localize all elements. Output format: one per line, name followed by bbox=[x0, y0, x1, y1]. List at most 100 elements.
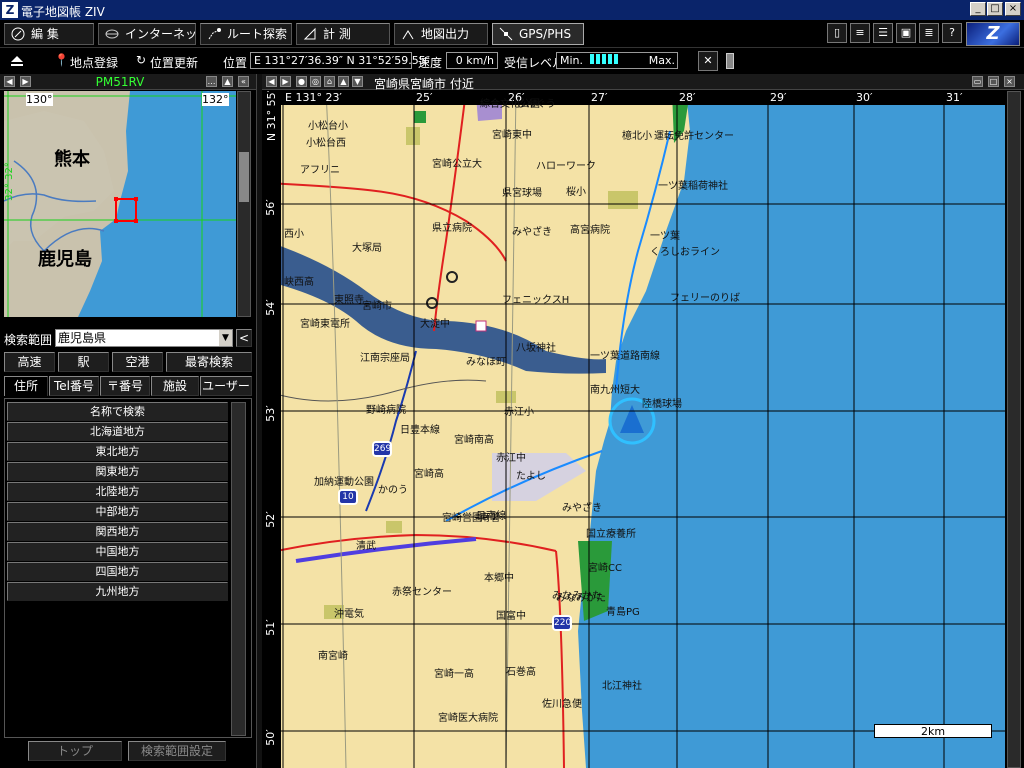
prev-icon[interactable]: ◀ bbox=[266, 76, 277, 87]
tab-tel[interactable]: Tel番号 bbox=[49, 376, 99, 396]
gps-satellite-icon[interactable]: ✕ bbox=[698, 51, 718, 71]
dock-left-icon[interactable]: « bbox=[238, 76, 249, 87]
map-place-label: 運転免許センター bbox=[654, 131, 734, 142]
map-place-label: 一ツ葉稲荷神社 bbox=[658, 181, 728, 192]
search-range-back-button[interactable]: < bbox=[236, 329, 252, 347]
tab-internet-label: インターネット bbox=[125, 27, 210, 41]
latitude-tick-label: 54′ bbox=[266, 299, 277, 316]
tab-measure[interactable]: 計 測 bbox=[296, 23, 390, 45]
search-range-label: 検索範囲 bbox=[4, 333, 53, 347]
map-place-label: 大塚局 bbox=[352, 243, 382, 254]
tab-user[interactable]: ユーザー bbox=[200, 376, 252, 396]
collapse-icon[interactable]: ▲ bbox=[222, 76, 233, 87]
map-place-label: じんぐう bbox=[516, 99, 556, 110]
next-icon[interactable]: ▶ bbox=[20, 76, 31, 87]
top-button[interactable]: トップ bbox=[28, 741, 122, 761]
list-item[interactable]: 関西地方 bbox=[7, 522, 228, 541]
latitude-tick-label: 50′ bbox=[266, 729, 277, 746]
map-place-label: 沖電気 bbox=[334, 609, 364, 620]
main-map[interactable]: 2km E 131° 23′ 25′ 26′ 27′ 28′ 29′ 30′ 31′ N 31°… bbox=[266, 91, 1005, 768]
tab-address[interactable]: 住所 bbox=[4, 376, 48, 396]
maximize-icon[interactable]: □ bbox=[988, 76, 999, 87]
notes-icon[interactable]: ≣ bbox=[919, 23, 939, 43]
dropdown-icon[interactable]: ▼ bbox=[352, 76, 363, 87]
more-icon[interactable]: … bbox=[206, 76, 217, 87]
list-scrollbar[interactable] bbox=[231, 402, 246, 736]
tab-gps[interactable]: GPS/PHS bbox=[492, 23, 584, 45]
app-logo-icon: Z bbox=[2, 2, 18, 18]
map-place-label: 宮崎公立大 bbox=[432, 159, 482, 170]
list-item[interactable]: 東北地方 bbox=[7, 442, 228, 461]
up-icon[interactable]: ▲ bbox=[338, 76, 349, 87]
overview-lon-right: 132° bbox=[202, 93, 229, 106]
map-place-label: 檍北小 bbox=[622, 131, 652, 142]
list-item[interactable]: 四国地方 bbox=[7, 562, 228, 581]
signal-meter: Min. Max. bbox=[556, 52, 678, 69]
map-place-label: 野崎病院 bbox=[366, 405, 406, 416]
list-item[interactable]: 北海道地方 bbox=[7, 422, 228, 441]
prev-icon[interactable]: ◀ bbox=[4, 76, 15, 87]
map-place-label: 日南線 bbox=[476, 511, 506, 522]
map-header: ◀ ▶ ● ◎ ⌂ ▲ ▼ 宮崎県宮崎市 付近 ▭ □ × bbox=[262, 74, 1024, 91]
maximize-button[interactable]: □ bbox=[987, 2, 1003, 16]
eject-icon[interactable] bbox=[10, 55, 24, 67]
scroll-thumb[interactable] bbox=[239, 152, 249, 202]
map-place-label: 本郷中 bbox=[484, 573, 514, 584]
map-place-label: 県宮球場 bbox=[502, 188, 542, 199]
station-button[interactable]: 駅 bbox=[58, 352, 109, 372]
register-point-button[interactable]: 📍 地点登録 bbox=[54, 53, 122, 70]
map-place-label: 北江神社 bbox=[602, 681, 642, 692]
map-place-label: 南九州短大 bbox=[590, 385, 640, 396]
tab-postal[interactable]: 〒番号 bbox=[100, 376, 150, 396]
overview-scrollbar[interactable] bbox=[237, 91, 251, 317]
list-item[interactable]: 中国地方 bbox=[7, 542, 228, 561]
brand-logo: Z bbox=[966, 22, 1020, 46]
tab-route[interactable]: ルート探索 bbox=[200, 23, 292, 45]
nearby-search-button[interactable]: 最寄検索 bbox=[166, 352, 252, 372]
map-place-label: 陸橋球場 bbox=[642, 399, 682, 410]
map-place-label: 南宮崎 bbox=[318, 651, 348, 662]
position-field: E 131°27′36.39″ N 31°52′59.55″ bbox=[250, 52, 430, 69]
list-item[interactable]: 中部地方 bbox=[7, 502, 228, 521]
page-icon[interactable]: ▯ bbox=[827, 23, 847, 43]
map-place-label: みなみかた bbox=[556, 593, 606, 604]
zoom-icon[interactable]: ● bbox=[296, 76, 307, 87]
map-scrollbar[interactable] bbox=[1007, 91, 1021, 768]
list-icon[interactable]: ☰ bbox=[873, 23, 893, 43]
latitude-tick-label: 56′ bbox=[266, 199, 277, 216]
target-icon[interactable]: ◎ bbox=[310, 76, 321, 87]
document-icon[interactable]: ≡ bbox=[850, 23, 870, 43]
overview-map[interactable]: 130° 132° 32° 32° 熊本 鹿児島 bbox=[4, 91, 236, 317]
list-item[interactable]: 九州地方 bbox=[7, 582, 228, 601]
map-canvas bbox=[266, 91, 1005, 768]
map-place-label: 佐川急便 bbox=[542, 699, 582, 710]
tab-internet[interactable]: インターネット bbox=[98, 23, 209, 45]
longitude-tick-label: 28′ bbox=[679, 91, 696, 104]
close-button[interactable]: × bbox=[1005, 2, 1021, 16]
search-range-select[interactable]: 鹿児島県 bbox=[55, 329, 233, 347]
map-place-label: 日豊本線 bbox=[400, 425, 440, 436]
next-icon[interactable]: ▶ bbox=[280, 76, 291, 87]
tab-print[interactable]: 地図出力 bbox=[394, 23, 488, 45]
restore-icon[interactable]: ▭ bbox=[972, 76, 983, 87]
map-place-label: 赤江小 bbox=[504, 407, 534, 418]
signal-bar bbox=[595, 54, 600, 64]
highway-button[interactable]: 高速 bbox=[4, 352, 55, 372]
list-item[interactable]: 北陸地方 bbox=[7, 482, 228, 501]
tab-facility[interactable]: 施設 bbox=[151, 376, 199, 396]
home-icon[interactable]: ⌂ bbox=[324, 76, 335, 87]
close-map-icon[interactable]: × bbox=[1004, 76, 1015, 87]
phone-icon[interactable] bbox=[726, 53, 734, 69]
measure-icon bbox=[303, 27, 316, 40]
list-item[interactable]: 関東地方 bbox=[7, 462, 228, 481]
minimize-button[interactable]: _ bbox=[970, 2, 986, 16]
search-range-settings-button[interactable]: 検索範囲設定 bbox=[128, 741, 226, 761]
tab-edit[interactable]: 編 集 bbox=[4, 23, 94, 45]
chevron-down-icon[interactable]: ▼ bbox=[219, 330, 232, 346]
update-position-button[interactable]: ↻ 位置更新 bbox=[136, 53, 206, 70]
list-item[interactable]: 名称で検索 bbox=[7, 402, 228, 421]
help-icon[interactable]: ? bbox=[942, 23, 962, 43]
airport-button[interactable]: 空港 bbox=[112, 352, 163, 372]
settings-icon[interactable]: ▣ bbox=[896, 23, 916, 43]
map-place-label: 県立病院 bbox=[432, 223, 472, 234]
